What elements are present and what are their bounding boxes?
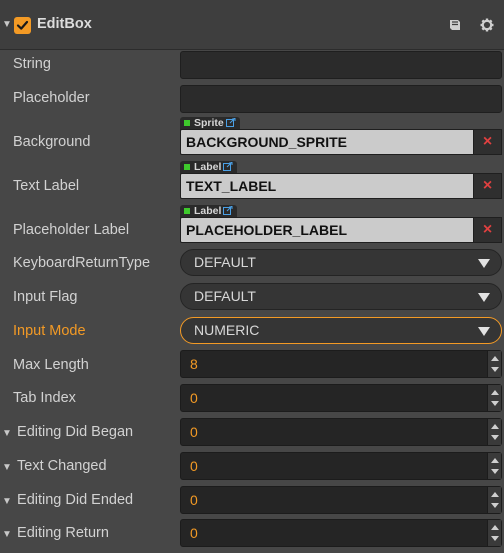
stepper-down-icon[interactable] bbox=[491, 401, 499, 406]
number-value: 0 bbox=[190, 424, 198, 440]
green-square-icon bbox=[184, 164, 190, 170]
number-value: 0 bbox=[190, 525, 198, 541]
collapse-arrow-icon[interactable]: ▼ bbox=[2, 19, 12, 30]
tab-index-input[interactable]: 0 bbox=[180, 384, 502, 412]
select-value: NUMERIC bbox=[194, 322, 260, 338]
number-stepper[interactable] bbox=[487, 419, 501, 445]
checkmark-icon bbox=[16, 20, 29, 30]
string-label: String bbox=[13, 56, 51, 72]
label-text: Text Changed bbox=[17, 458, 107, 474]
expand-arrow-icon[interactable]: ▼ bbox=[2, 496, 12, 507]
number-value: 8 bbox=[190, 356, 198, 372]
keyboard-return-type-select[interactable]: DEFAULT bbox=[180, 249, 502, 276]
stepper-down-icon[interactable] bbox=[491, 367, 499, 372]
number-stepper[interactable] bbox=[487, 520, 501, 546]
component-header: ▼ EditBox bbox=[0, 0, 504, 50]
stepper-up-icon[interactable] bbox=[491, 458, 499, 463]
background-value[interactable]: BACKGROUND_SPRITE bbox=[180, 129, 474, 155]
gear-icon[interactable] bbox=[480, 18, 494, 36]
stepper-down-icon[interactable] bbox=[491, 435, 499, 440]
editing-did-began-label: Editing Did Began bbox=[13, 424, 133, 440]
editing-return-label: Editing Return bbox=[13, 525, 109, 541]
placeholder-label-field: Label PLACEHOLDER_LABEL × bbox=[180, 205, 502, 243]
stepper-up-icon[interactable] bbox=[491, 356, 499, 361]
stepper-up-icon[interactable] bbox=[491, 390, 499, 395]
stepper-up-icon[interactable] bbox=[491, 424, 499, 429]
placeholder-label-value[interactable]: PLACEHOLDER_LABEL bbox=[180, 217, 474, 243]
placeholder-label-label: Placeholder Label bbox=[13, 222, 130, 238]
number-stepper[interactable] bbox=[487, 385, 501, 411]
clear-icon[interactable]: × bbox=[474, 173, 502, 199]
number-stepper[interactable] bbox=[487, 453, 501, 479]
chevron-down-icon bbox=[478, 293, 490, 302]
stepper-down-icon[interactable] bbox=[491, 469, 499, 474]
text-label-field: Label TEXT_LABEL × bbox=[180, 161, 502, 199]
label-text: Editing Did Began bbox=[17, 424, 134, 440]
tab-index-label: Tab Index bbox=[13, 390, 76, 406]
editing-did-began-input[interactable]: 0 bbox=[180, 418, 502, 446]
expand-arrow-icon[interactable]: ▼ bbox=[2, 529, 12, 540]
enabled-checkbox[interactable] bbox=[14, 17, 31, 34]
label-text: Editing Return bbox=[17, 525, 109, 541]
select-value: DEFAULT bbox=[194, 288, 256, 304]
text-label-value[interactable]: TEXT_LABEL bbox=[180, 173, 474, 199]
expand-arrow-icon[interactable]: ▼ bbox=[2, 462, 12, 473]
editing-return-input[interactable]: 0 bbox=[180, 519, 502, 547]
number-value: 0 bbox=[190, 458, 198, 474]
expand-arrow-icon[interactable]: ▼ bbox=[2, 428, 12, 439]
label-text: Editing Did Ended bbox=[17, 492, 134, 508]
stepper-up-icon[interactable] bbox=[491, 492, 499, 497]
number-value: 0 bbox=[190, 390, 198, 406]
editing-did-ended-label: Editing Did Ended bbox=[13, 492, 133, 508]
text-changed-input[interactable]: 0 bbox=[180, 452, 502, 480]
input-flag-select[interactable]: DEFAULT bbox=[180, 283, 502, 310]
type-tag-text: Label bbox=[194, 161, 222, 173]
text-changed-label: Text Changed bbox=[13, 458, 107, 474]
green-square-icon bbox=[184, 208, 190, 214]
max-length-label: Max Length bbox=[13, 357, 89, 373]
chevron-down-icon bbox=[478, 259, 490, 268]
stepper-down-icon[interactable] bbox=[491, 503, 499, 508]
placeholder-input[interactable] bbox=[180, 85, 502, 113]
max-length-input[interactable]: 8 bbox=[180, 350, 502, 378]
number-stepper[interactable] bbox=[487, 351, 501, 377]
clear-icon[interactable]: × bbox=[474, 217, 502, 243]
component-title: EditBox bbox=[37, 16, 92, 32]
input-mode-select[interactable]: NUMERIC bbox=[180, 317, 502, 344]
input-flag-label: Input Flag bbox=[13, 289, 78, 305]
number-value: 0 bbox=[190, 492, 198, 508]
text-label-label: Text Label bbox=[13, 178, 80, 194]
string-input[interactable] bbox=[180, 51, 502, 79]
clear-icon[interactable]: × bbox=[474, 129, 502, 155]
chevron-down-icon bbox=[478, 327, 490, 336]
select-value: DEFAULT bbox=[194, 254, 256, 270]
number-stepper[interactable] bbox=[487, 487, 501, 513]
placeholder-label: Placeholder bbox=[13, 90, 90, 106]
book-icon[interactable] bbox=[448, 18, 462, 36]
input-mode-label: Input Mode bbox=[13, 323, 86, 339]
type-tag-text: Label bbox=[194, 205, 222, 217]
background-label: Background bbox=[13, 134, 91, 150]
keyboard-return-type-label: KeyboardReturnType bbox=[13, 255, 151, 271]
green-square-icon bbox=[184, 120, 190, 126]
type-tag-text: Sprite bbox=[194, 117, 224, 129]
background-field: Sprite BACKGROUND_SPRITE × bbox=[180, 117, 502, 155]
editing-did-ended-input[interactable]: 0 bbox=[180, 486, 502, 514]
stepper-up-icon[interactable] bbox=[491, 525, 499, 530]
stepper-down-icon[interactable] bbox=[491, 536, 499, 541]
